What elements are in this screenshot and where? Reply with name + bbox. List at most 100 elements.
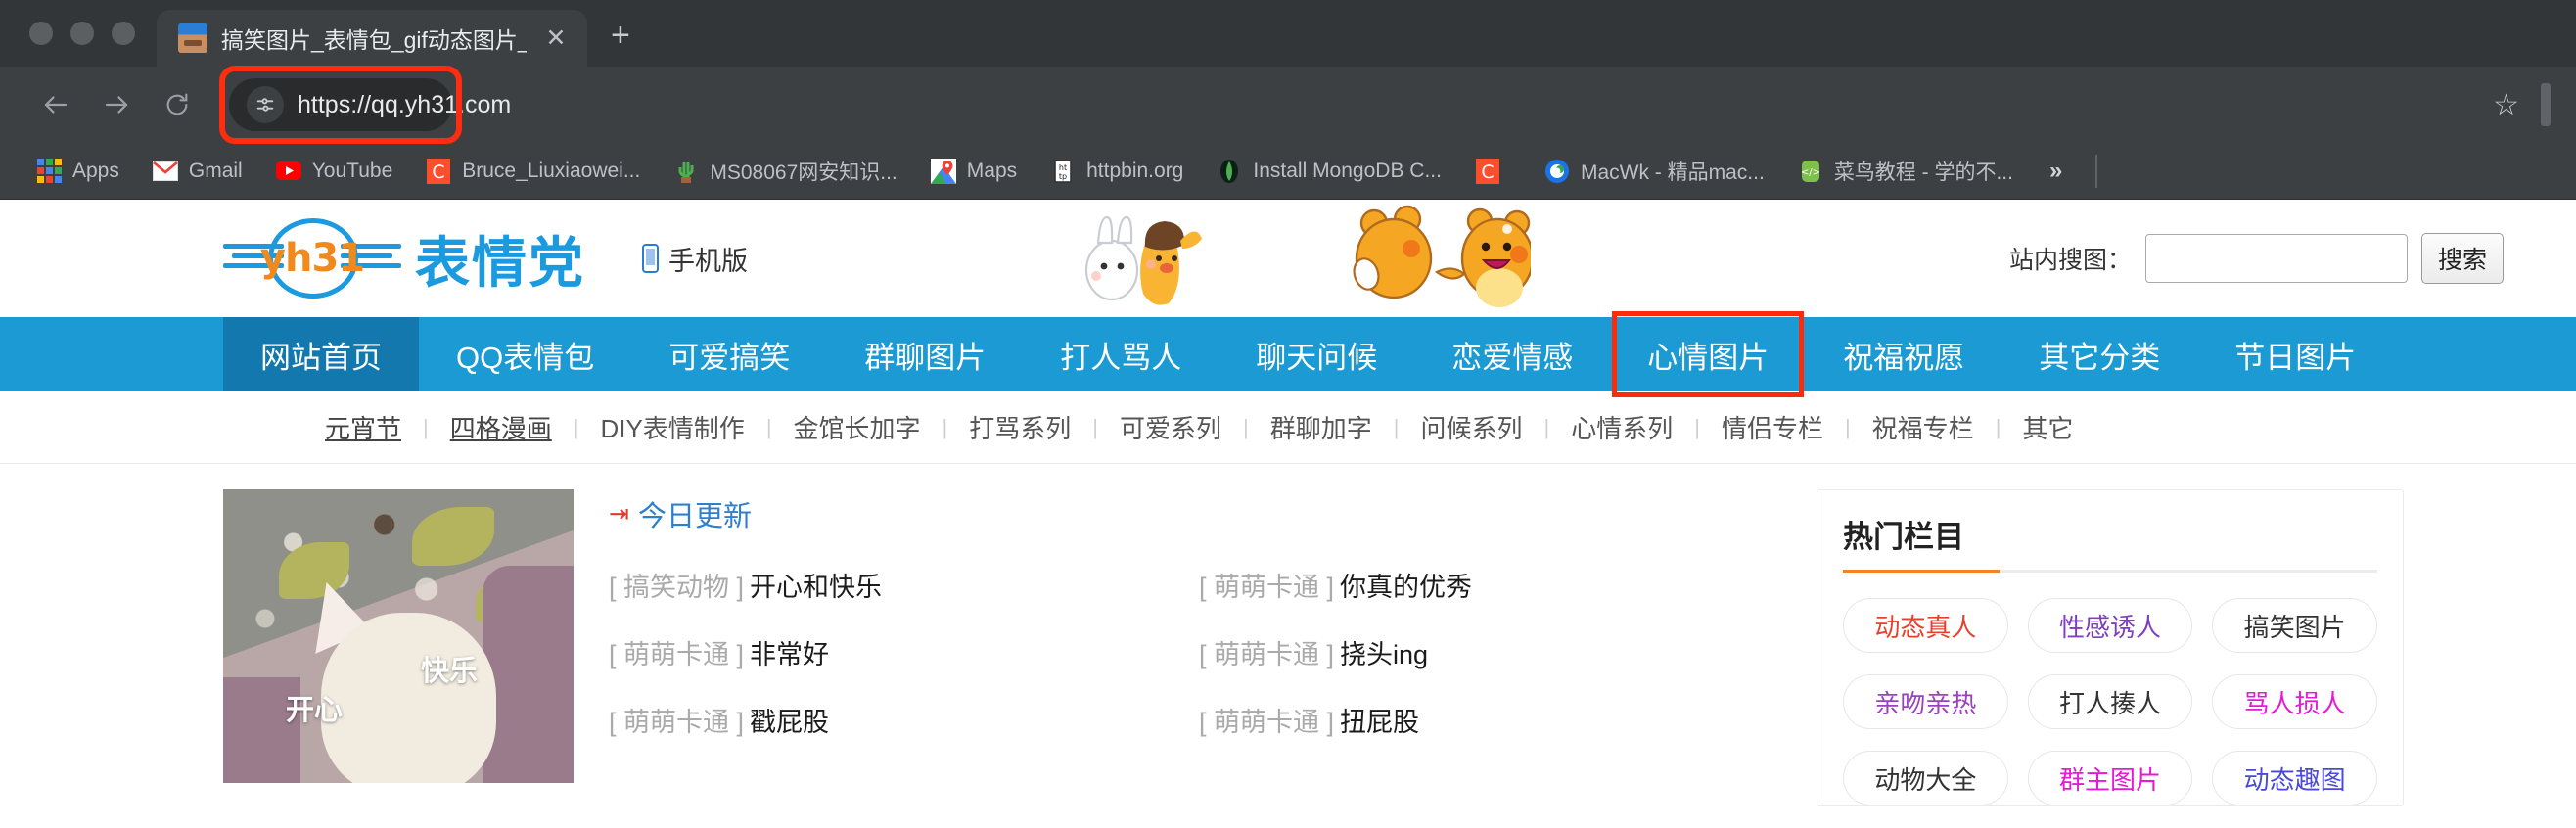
bookmark-httpbin[interactable]: ht tp httpbin.org xyxy=(1034,150,1200,193)
sub-navigation: 元宵节 | 四格漫画 | DIY表情制作 | 金馆长加字 | 打骂系列 | 可爱… xyxy=(0,391,2576,464)
window-controls[interactable] xyxy=(0,22,135,67)
item-title: 你真的优秀 xyxy=(1340,573,1473,602)
list-item[interactable]: [ 搞笑动物 ] 开心和快乐 xyxy=(609,566,1199,604)
featured-thumbnail[interactable]: 开心 快乐 xyxy=(223,489,574,783)
tag-sexy[interactable]: 性感诱人 xyxy=(2027,598,2193,653)
svg-text:tp: tp xyxy=(1059,172,1067,181)
bookmark-gmail[interactable]: Gmail xyxy=(136,150,259,193)
reload-icon[interactable] xyxy=(147,74,207,135)
list-item[interactable]: [ 萌萌卡通 ] 扭屁股 xyxy=(1199,701,1789,739)
today-updates-header: ⇥ 今日更新 xyxy=(609,493,1789,534)
minimize-window-button[interactable] xyxy=(70,22,94,45)
subnav-item-mood-series[interactable]: 心情系列 xyxy=(1549,409,1694,445)
tag-kiss[interactable]: 亲吻亲热 xyxy=(1843,674,2008,729)
bookmark-bruce-liuxiaowei[interactable]: C Bruce_Liuxiaowei... xyxy=(409,150,657,193)
address-bar[interactable]: https://qq.yh31.com xyxy=(229,78,511,131)
new-tab-button[interactable]: + xyxy=(611,17,630,55)
httpbin-icon: ht tp xyxy=(1050,159,1076,184)
mascot-two-bears-icon xyxy=(1353,205,1531,307)
hot-categories-panel: 热门栏目 动态真人 性感诱人 搞笑图片 亲吻亲热 打人揍人 骂人损人 动物大全 … xyxy=(1817,489,2404,806)
bookmarks-overflow-button[interactable]: » xyxy=(2030,158,2082,185)
browser-tab[interactable]: 搞笑图片_表情包_gif动态图片_ ✕ xyxy=(157,10,587,67)
site-settings-icon[interactable] xyxy=(247,86,284,123)
bookmark-apps[interactable]: Apps xyxy=(20,150,136,193)
nav-item-chat-greeting[interactable]: 聊天问候 xyxy=(1219,317,1414,391)
nav-item-home[interactable]: 网站首页 xyxy=(223,317,419,391)
mobile-version-link[interactable]: 手机版 xyxy=(642,240,748,278)
nav-item-festival[interactable]: 节日图片 xyxy=(2197,317,2393,391)
list-item[interactable]: [ 萌萌卡通 ] 你真的优秀 xyxy=(1199,566,1789,604)
list-item[interactable]: [ 萌萌卡通 ] 戳屁股 xyxy=(609,701,1199,739)
site-search-input[interactable] xyxy=(2144,234,2408,283)
today-updates-list: [ 搞笑动物 ] 开心和快乐 [ 萌萌卡通 ] 你真的优秀 [ 萌萌卡通 ] 非… xyxy=(609,566,1789,739)
item-category: [ 萌萌卡通 ] xyxy=(609,640,745,669)
bookmark-mongodb[interactable]: Install MongoDB C... xyxy=(1200,150,1458,193)
bookmark-maps[interactable]: Maps xyxy=(914,150,1034,193)
bookmark-ms08067[interactable]: MS08067网安知识... xyxy=(657,150,913,193)
svg-text:C: C xyxy=(433,161,445,183)
c-icon: C xyxy=(1475,158,1500,184)
nav-item-other-category[interactable]: 其它分类 xyxy=(2001,317,2197,391)
subnav-item-lantern-festival[interactable]: 元宵节 xyxy=(303,409,423,445)
subnav-item-cute-series[interactable]: 可爱系列 xyxy=(1098,409,1243,445)
tag-dynamic-fun[interactable]: 动态趣图 xyxy=(2212,751,2377,805)
bookmarks-divider xyxy=(2095,154,2098,188)
tag-funny-pictures[interactable]: 搞笑图片 xyxy=(2212,598,2377,653)
list-item[interactable]: [ 萌萌卡通 ] 非常好 xyxy=(609,633,1199,671)
site-header: yh31 表情党 手机版 站内搜图： 搜索 xyxy=(0,200,2576,317)
tag-animals[interactable]: 动物大全 xyxy=(1843,751,2008,805)
subnav-item-jinguanzhang[interactable]: 金馆长加字 xyxy=(772,409,943,445)
nav-item-qq[interactable]: QQ表情包 xyxy=(419,317,631,391)
tag-group-owner[interactable]: 群主图片 xyxy=(2027,751,2193,805)
subnav-item-diy-emoticon[interactable]: DIY表情制作 xyxy=(578,409,765,445)
right-sidebar: 热门栏目 动态真人 性感诱人 搞笑图片 亲吻亲热 打人揍人 骂人损人 动物大全 … xyxy=(1817,489,2404,806)
tag-dynamic-real[interactable]: 动态真人 xyxy=(1843,598,2008,653)
subnav-item-greeting-series[interactable]: 问候系列 xyxy=(1399,409,1543,445)
tag-beat-people[interactable]: 打人揍人 xyxy=(2027,674,2193,729)
site-search: 站内搜图： 搜索 xyxy=(2009,233,2504,284)
item-title: 非常好 xyxy=(750,640,830,669)
close-window-button[interactable] xyxy=(29,22,53,45)
item-category: [ 萌萌卡通 ] xyxy=(1199,640,1335,669)
subnav-item-other[interactable]: 其它 xyxy=(2001,409,2094,445)
blanket-right xyxy=(482,566,574,783)
nav-item-blessing[interactable]: 祝福祝愿 xyxy=(1806,317,2001,391)
bookmark-label: Apps xyxy=(72,159,119,182)
hot-category-tags: 动态真人 性感诱人 搞笑图片 亲吻亲热 打人揍人 骂人损人 动物大全 群主图片 … xyxy=(1843,598,2377,805)
bookmark-star-icon[interactable]: ☆ xyxy=(2471,88,2541,122)
item-title: 扭屁股 xyxy=(1340,708,1420,737)
subnav-item-couple-column[interactable]: 情侣专栏 xyxy=(1700,409,1845,445)
maximize-window-button[interactable] xyxy=(112,22,135,45)
item-title: 挠头ing xyxy=(1340,640,1429,669)
bookmark-runoob[interactable]: </> 菜鸟教程 - 学的不... xyxy=(1781,150,2030,193)
nav-item-group-chat[interactable]: 群聊图片 xyxy=(827,317,1023,391)
bookmark-label: Install MongoDB C... xyxy=(1253,159,1442,182)
site-logo[interactable]: yh31 表情党 xyxy=(223,218,585,299)
nav-item-mood-pictures[interactable]: 心情图片 xyxy=(1610,311,1806,397)
yh31-logo-icon: yh31 xyxy=(223,218,401,299)
nav-item-cute-funny[interactable]: 可爱搞笑 xyxy=(631,317,827,391)
subnav-item-group-text[interactable]: 群聊加字 xyxy=(1249,409,1394,445)
back-arrow-icon[interactable] xyxy=(25,74,86,135)
today-updates-title: 今日更新 xyxy=(637,501,752,532)
tag-scold-people[interactable]: 骂人损人 xyxy=(2212,674,2377,729)
subnav-item-blessing-column[interactable]: 祝福专栏 xyxy=(1851,409,1996,445)
svg-text:ht: ht xyxy=(1059,163,1067,172)
subnav-item-four-panel-comic[interactable]: 四格漫画 xyxy=(429,409,574,445)
site-search-button[interactable]: 搜索 xyxy=(2420,233,2504,284)
nav-item-fight-scold[interactable]: 打人骂人 xyxy=(1023,317,1219,391)
main-navigation: 网站首页 QQ表情包 可爱搞笑 群聊图片 打人骂人 聊天问候 恋爱情感 心情图片… xyxy=(0,311,2576,397)
subnav-item-scold-series[interactable]: 打骂系列 xyxy=(947,409,1092,445)
nav-item-love-emotion[interactable]: 恋爱情感 xyxy=(1414,317,1610,391)
bookmark-c-second[interactable]: C xyxy=(1458,150,1528,193)
item-title: 开心和快乐 xyxy=(750,573,883,602)
list-item[interactable]: [ 萌萌卡通 ] 挠头ing xyxy=(1199,633,1789,671)
site-search-label: 站内搜图： xyxy=(2008,247,2132,274)
logo-text-en: yh31 xyxy=(259,236,365,281)
bookmark-macwk[interactable]: MacWk - 精品mac... xyxy=(1528,150,1781,193)
bookmark-youtube[interactable]: YouTube xyxy=(259,150,410,193)
forward-arrow-icon[interactable] xyxy=(86,74,147,135)
close-tab-icon[interactable]: ✕ xyxy=(540,25,572,51)
item-category: [ 萌萌卡通 ] xyxy=(1199,573,1335,602)
mobile-version-label: 手机版 xyxy=(668,246,748,276)
